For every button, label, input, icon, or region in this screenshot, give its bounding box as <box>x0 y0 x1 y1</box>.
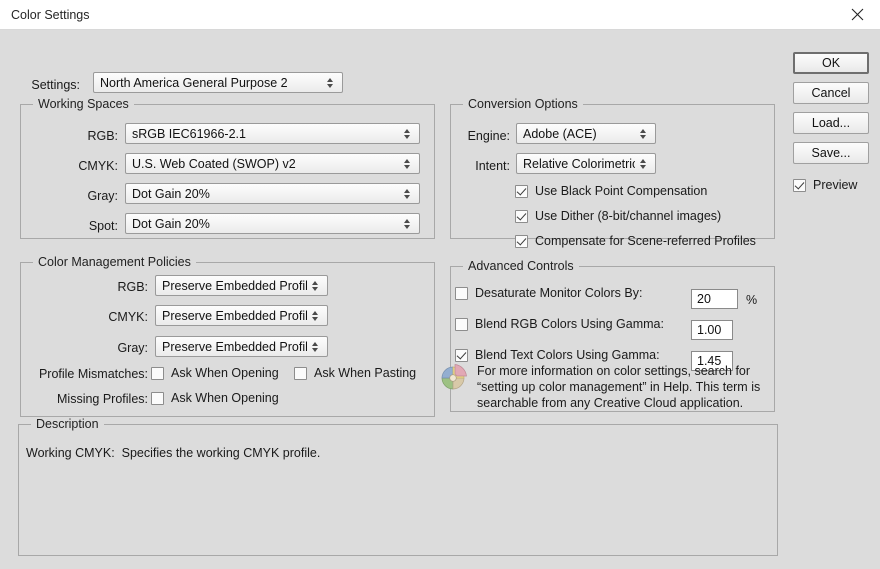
desaturate-value-input[interactable]: 20 <box>691 289 738 309</box>
settings-preset-value: North America General Purpose 2 <box>100 75 288 90</box>
policy-rgb-dropdown[interactable]: Preserve Embedded Profiles <box>155 275 328 296</box>
checkbox-ask-when-pasting[interactable]: Ask When Pasting <box>294 366 416 380</box>
checkbox-box <box>515 209 528 223</box>
working-gray-dropdown[interactable]: Dot Gain 20% <box>125 183 420 204</box>
checkbox-box <box>515 234 528 248</box>
color-settings-dialog: Settings: North America General Purpose … <box>0 30 880 569</box>
chevron-updown-icon <box>399 218 415 229</box>
checkbox-box <box>455 348 468 362</box>
chevron-updown-icon <box>399 158 415 169</box>
blend-rgb-gamma-input[interactable]: 1.00 <box>691 320 733 340</box>
checkbox-label: Blend Text Colors Using Gamma: <box>475 348 660 362</box>
window-titlebar: Color Settings <box>0 0 880 30</box>
advanced-controls-title: Advanced Controls <box>463 259 579 273</box>
settings-label: Settings: <box>31 78 80 92</box>
checkbox-label: Use Black Point Compensation <box>535 184 708 198</box>
cancel-button[interactable]: Cancel <box>793 82 869 104</box>
working-gray-value: Dot Gain 20% <box>132 186 210 201</box>
chevron-updown-icon <box>399 188 415 199</box>
checkbox-use-black-point-compensation[interactable]: Use Black Point Compensation <box>515 184 707 198</box>
checkbox-box <box>455 286 468 300</box>
info-help-text: For more information on color settings, … <box>477 364 761 410</box>
policy-gray-dropdown[interactable]: Preserve Embedded Profiles <box>155 336 328 357</box>
settings-preset-dropdown[interactable]: North America General Purpose 2 <box>93 72 343 93</box>
checkbox-label: Ask When Opening <box>171 391 279 405</box>
intent-label: Intent: <box>475 159 510 173</box>
checkbox-label: Use Dither (8-bit/channel images) <box>535 209 722 223</box>
engine-label: Engine: <box>467 129 510 143</box>
chevron-updown-icon <box>307 310 323 321</box>
checkbox-blend-rgb-gamma[interactable]: Blend RGB Colors Using Gamma: <box>455 317 664 331</box>
checkbox-box <box>294 366 307 380</box>
working-spaces-title: Working Spaces <box>33 97 134 111</box>
checkbox-preview[interactable]: Preview <box>793 178 857 192</box>
working-spot-label: Spot: <box>88 219 118 233</box>
save-button[interactable]: Save... <box>793 142 869 164</box>
checkbox-label: Blend RGB Colors Using Gamma: <box>475 317 664 331</box>
checkbox-box <box>455 317 468 331</box>
description-title: Description <box>31 417 104 431</box>
policy-cmyk-value: Preserve Embedded Profiles <box>162 308 307 323</box>
checkbox-box <box>515 184 528 198</box>
checkbox-ask-when-opening-missing[interactable]: Ask When Opening <box>151 391 279 405</box>
color-management-policies-title: Color Management Policies <box>33 255 196 269</box>
engine-value: Adobe (ACE) <box>523 126 597 141</box>
checkbox-label: Ask When Opening <box>171 366 279 380</box>
info-help-box: For more information on color settings, … <box>438 363 773 411</box>
working-rgb-label: RGB: <box>87 129 118 143</box>
working-gray-label: Gray: <box>87 189 118 203</box>
checkbox-blend-text-gamma[interactable]: Blend Text Colors Using Gamma: <box>455 348 660 362</box>
description-group: Description <box>18 417 778 556</box>
load-button[interactable]: Load... <box>793 112 869 134</box>
chevron-updown-icon <box>399 128 415 139</box>
policy-gray-label: Gray: <box>117 341 148 355</box>
profile-mismatches-label: Profile Mismatches: <box>38 367 148 381</box>
chevron-updown-icon <box>635 158 651 169</box>
checkbox-box <box>793 178 806 192</box>
conversion-options-title: Conversion Options <box>463 97 583 111</box>
close-icon[interactable] <box>834 0 880 29</box>
policy-rgb-label: RGB: <box>117 280 148 294</box>
checkbox-label: Preview <box>813 178 858 192</box>
policy-gray-value: Preserve Embedded Profiles <box>162 339 307 354</box>
chevron-updown-icon <box>322 77 338 88</box>
working-cmyk-label: CMYK: <box>78 159 118 173</box>
working-spot-value: Dot Gain 20% <box>132 216 210 231</box>
checkbox-use-dither[interactable]: Use Dither (8-bit/channel images) <box>515 209 721 223</box>
working-cmyk-dropdown[interactable]: U.S. Web Coated (SWOP) v2 <box>125 153 420 174</box>
checkbox-label: Ask When Pasting <box>314 366 417 380</box>
checkbox-label: Compensate for Scene-referred Profiles <box>535 234 756 248</box>
close-glyph <box>851 8 863 21</box>
policy-cmyk-label: CMYK: <box>108 310 148 324</box>
window-title: Color Settings <box>11 8 90 22</box>
engine-dropdown[interactable]: Adobe (ACE) <box>516 123 656 144</box>
chevron-updown-icon <box>635 128 651 139</box>
checkbox-compensate-scene-referred[interactable]: Compensate for Scene-referred Profiles <box>515 234 756 248</box>
color-wheel-icon <box>438 363 468 396</box>
checkbox-ask-when-opening-mismatch[interactable]: Ask When Opening <box>151 366 279 380</box>
policy-cmyk-dropdown[interactable]: Preserve Embedded Profiles <box>155 305 328 326</box>
checkbox-desaturate-monitor-colors[interactable]: Desaturate Monitor Colors By: <box>455 286 642 300</box>
missing-profiles-label: Missing Profiles: <box>57 392 148 406</box>
working-rgb-value: sRGB IEC61966-2.1 <box>132 126 246 141</box>
checkbox-label: Desaturate Monitor Colors By: <box>475 286 643 300</box>
chevron-updown-icon <box>307 341 323 352</box>
ok-button[interactable]: OK <box>793 52 869 74</box>
working-spot-dropdown[interactable]: Dot Gain 20% <box>125 213 420 234</box>
percent-label: % <box>746 293 758 307</box>
intent-dropdown[interactable]: Relative Colorimetric <box>516 153 656 174</box>
chevron-updown-icon <box>307 280 323 291</box>
intent-value: Relative Colorimetric <box>523 156 635 171</box>
description-text: Working CMYK: Specifies the working CMYK… <box>26 446 321 460</box>
working-cmyk-value: U.S. Web Coated (SWOP) v2 <box>132 156 296 171</box>
checkbox-box <box>151 366 164 380</box>
policy-rgb-value: Preserve Embedded Profiles <box>162 278 307 293</box>
checkbox-box <box>151 391 164 405</box>
working-rgb-dropdown[interactable]: sRGB IEC61966-2.1 <box>125 123 420 144</box>
